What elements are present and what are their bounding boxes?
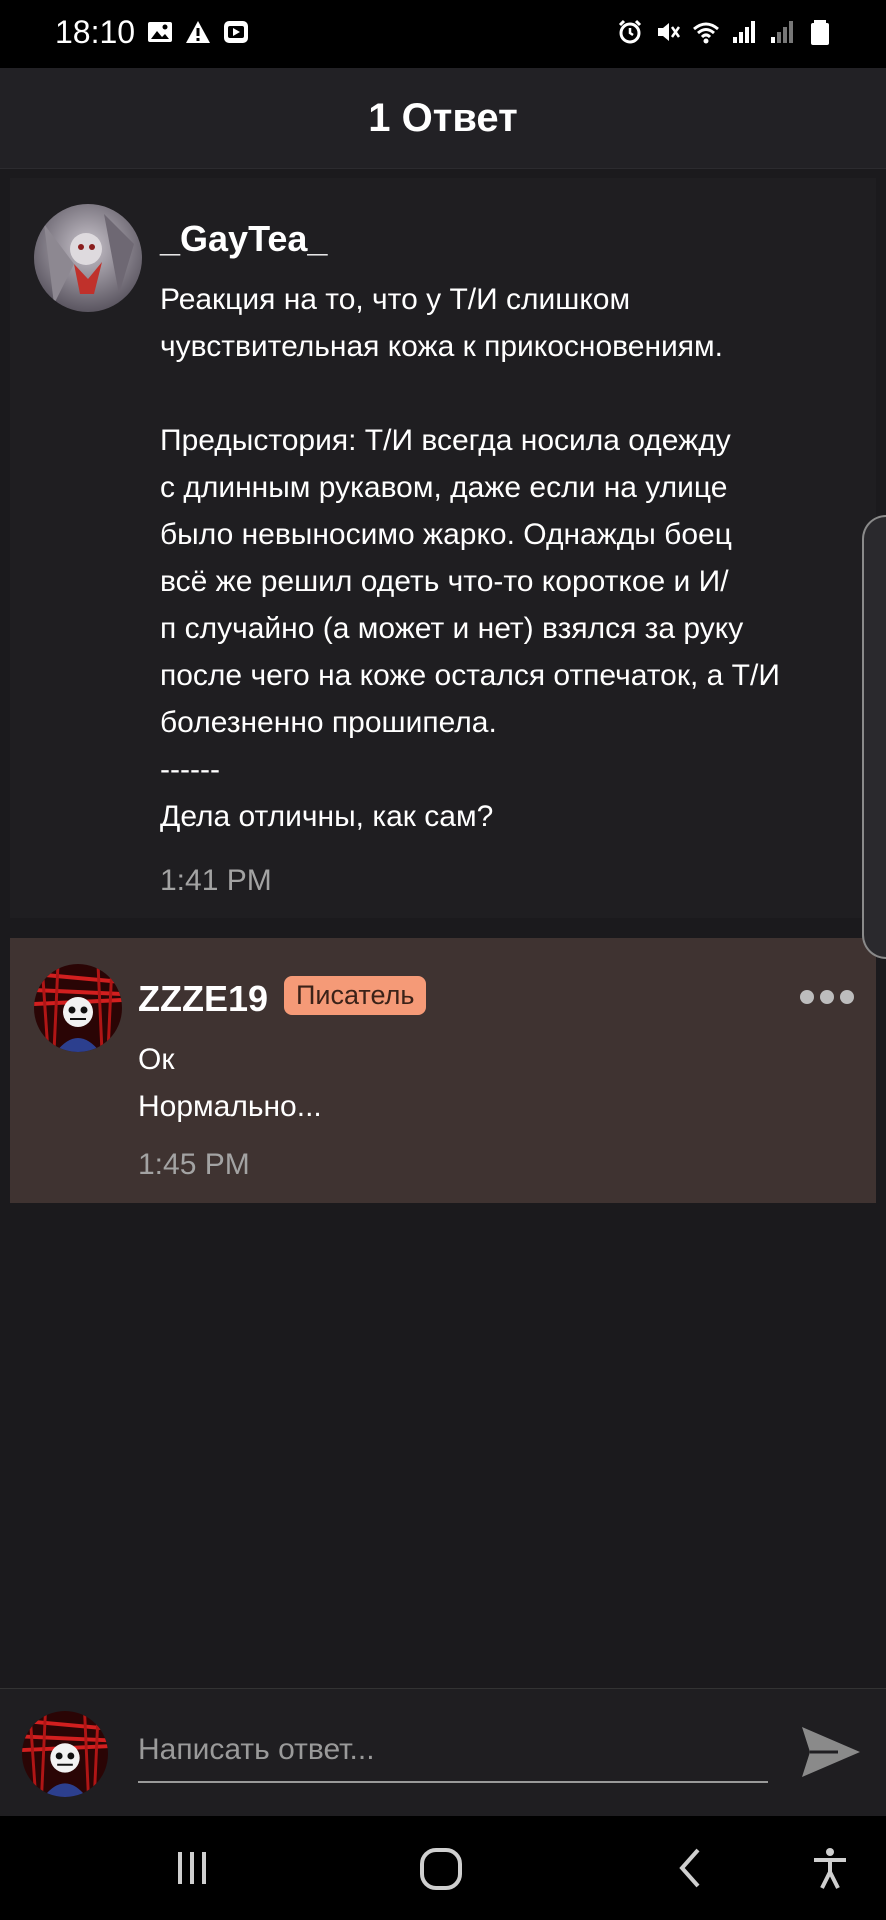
comment-reply[interactable]: ZZZE19 Писатель Ок Нормально... 1:45 PM xyxy=(10,938,876,1203)
reply-input[interactable] xyxy=(138,1719,768,1783)
more-options-icon[interactable] xyxy=(800,990,854,1004)
comment-text: Реакция на то, что у Т/И слишком чувстви… xyxy=(160,276,875,840)
my-avatar xyxy=(22,1711,108,1797)
image-icon xyxy=(148,22,172,42)
recents-icon[interactable] xyxy=(170,1846,214,1890)
video-icon xyxy=(224,21,248,43)
wifi-icon xyxy=(693,22,719,44)
comment-line: п случайно (а может и нет) взялся за рук… xyxy=(160,612,744,645)
comment-line: чувствительная кожа к прикосновениям. xyxy=(160,330,723,363)
status-time: 18:10 xyxy=(55,14,136,50)
avatar[interactable] xyxy=(34,204,142,312)
comment-line: Ок xyxy=(138,1043,175,1076)
comment-line: Дела отличны, как сам? xyxy=(160,800,494,833)
header: 1 Ответ xyxy=(0,68,886,169)
author-name[interactable]: ZZZE19 xyxy=(138,978,268,1020)
signal-icon-2 xyxy=(771,21,793,43)
role-badge: Писатель xyxy=(284,976,427,1015)
home-icon[interactable] xyxy=(418,1846,464,1892)
battery-icon xyxy=(811,20,829,45)
comment-line: было невыносимо жарко. Однажды боец xyxy=(160,518,732,551)
system-nav-bar xyxy=(0,1816,886,1920)
comment-line: Реакция на то, что у Т/И слишком xyxy=(160,283,631,316)
comment-line: Предыстория: Т/И всегда носила одежду xyxy=(160,424,731,457)
back-icon[interactable] xyxy=(668,1846,712,1890)
comment-line: с длинным рукавом, даже если на улице xyxy=(160,471,728,504)
page: 18:10 1 Ответ _GayTea_ Реакция на то, чт… xyxy=(0,0,886,1920)
comment-blank-line xyxy=(160,370,875,417)
status-bar: 18:10 xyxy=(0,0,886,68)
comment-line: всё же решил одеть что-то короткое и И/ xyxy=(160,565,729,598)
mute-icon xyxy=(658,23,681,41)
accessibility-icon[interactable] xyxy=(808,1846,852,1890)
comment-time: 1:45 PM xyxy=(138,1148,250,1181)
page-title: 1 Ответ xyxy=(368,96,518,140)
comment-line: болезненно прошипела. xyxy=(160,706,497,739)
author-name[interactable]: _GayTea_ xyxy=(160,218,327,260)
avatar-image xyxy=(22,1711,108,1797)
warning-icon xyxy=(186,21,210,43)
send-icon[interactable] xyxy=(798,1719,864,1785)
avatar-image xyxy=(34,204,142,312)
comment-time: 1:41 PM xyxy=(160,864,272,897)
signal-icon xyxy=(733,21,755,43)
avatar[interactable] xyxy=(34,964,122,1052)
comment-original[interactable]: _GayTea_ Реакция на то, что у Т/И слишко… xyxy=(10,178,876,918)
comment-line: Нормально... xyxy=(138,1090,322,1123)
comment-line: ------ xyxy=(160,753,220,786)
edge-panel-handle[interactable] xyxy=(862,515,886,959)
comment-line: после чего на коже остался отпечаток, а … xyxy=(160,659,780,692)
alarm-icon xyxy=(618,19,642,44)
comment-text: Ок Нормально... xyxy=(138,1036,838,1130)
reply-bar xyxy=(0,1688,886,1817)
avatar-image xyxy=(34,964,122,1052)
